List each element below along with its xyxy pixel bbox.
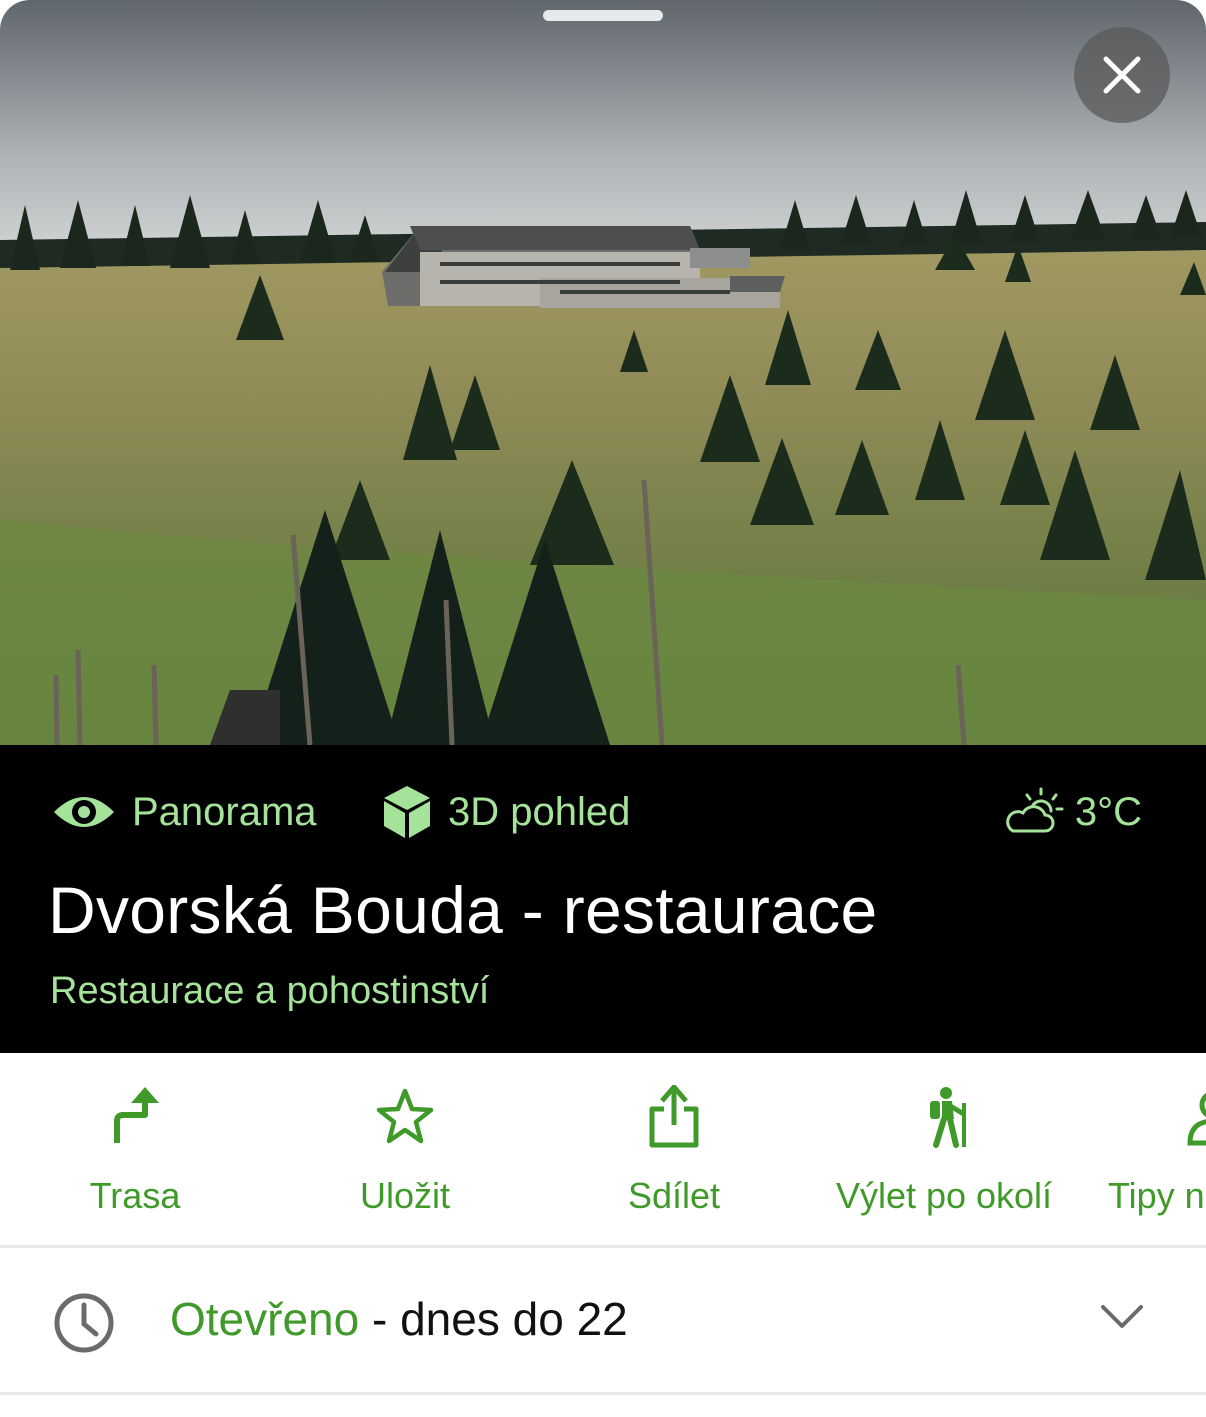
sheet-grabber[interactable]	[543, 10, 663, 21]
chevron-down-icon[interactable]	[1100, 1303, 1144, 1331]
tips-button[interactable]: Tipy n	[1094, 1053, 1206, 1245]
share-icon	[649, 1085, 699, 1148]
weather-badge[interactable]: 3°C	[1005, 782, 1142, 842]
save-button[interactable]: Uložit	[285, 1053, 525, 1245]
cloud-sun-icon	[1006, 787, 1064, 833]
nearby-trip-label: Výlet po okolí	[835, 1175, 1053, 1216]
place-category[interactable]: Restaurace a pohostinství	[50, 970, 489, 1013]
tips-icon	[1187, 1092, 1206, 1146]
hours-detail: - dnes do 22	[359, 1293, 628, 1345]
place-photo[interactable]	[0, 0, 1206, 745]
place-detail-sheet: Panorama 3D pohled 3°C Dvorská Bouda - r…	[0, 0, 1206, 1417]
temperature-label: 3°C	[1074, 789, 1142, 834]
eye-icon	[54, 797, 114, 827]
hiker-icon	[930, 1087, 966, 1148]
opening-hours-text: Otevřeno - dnes do 22	[170, 1292, 628, 1346]
route-arrow-icon	[114, 1087, 159, 1143]
place-title: Dvorská Bouda - restaurace	[48, 873, 878, 947]
view-3d-button[interactable]: 3D pohled	[382, 782, 630, 842]
divider	[0, 1392, 1206, 1395]
view-3d-label: 3D pohled	[448, 789, 631, 834]
tips-label: Tipy n	[1108, 1175, 1205, 1216]
nearby-trip-button[interactable]: Výlet po okolí	[824, 1053, 1064, 1245]
panorama-label: Panorama	[132, 789, 317, 834]
panorama-button[interactable]: Panorama	[52, 782, 317, 842]
landscape-photo	[0, 0, 1206, 745]
open-status: Otevřeno	[170, 1293, 360, 1345]
action-bar: Trasa Uložit Sdílet Výlet po okolí Tipy …	[0, 1053, 1206, 1245]
share-button[interactable]: Sdílet	[554, 1053, 794, 1245]
close-icon	[1103, 56, 1141, 94]
save-label: Uložit	[359, 1175, 451, 1216]
route-button[interactable]: Trasa	[15, 1053, 255, 1245]
share-label: Sdílet	[627, 1175, 721, 1216]
star-icon	[376, 1088, 434, 1144]
cube-icon	[384, 786, 430, 838]
route-label: Trasa	[89, 1175, 181, 1216]
clock-icon	[54, 1293, 114, 1353]
close-button[interactable]	[1074, 27, 1170, 123]
opening-hours-row[interactable]: Otevřeno - dnes do 22	[0, 1248, 1206, 1393]
